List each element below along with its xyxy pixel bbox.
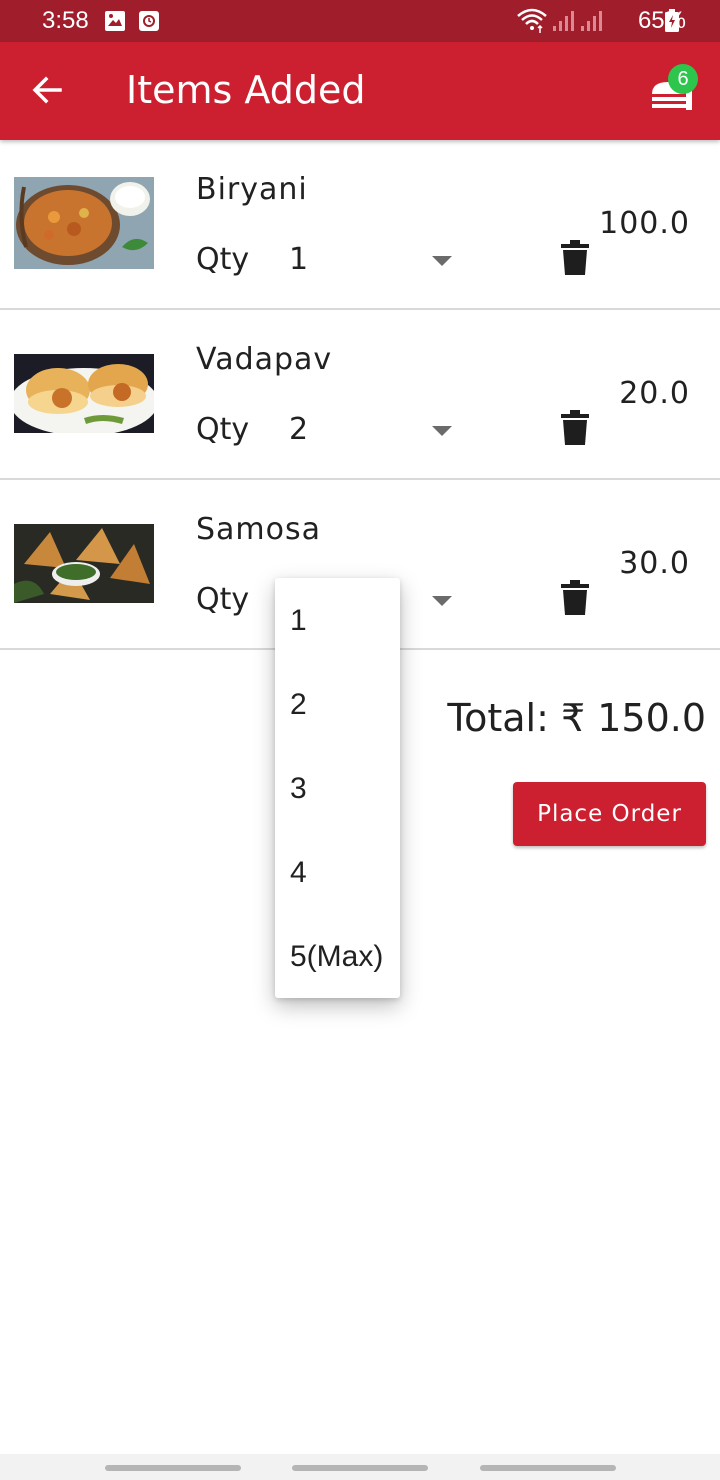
trash-icon[interactable] <box>560 240 590 276</box>
cart-item-row: Biryani Qty 1 100.0 <box>0 140 720 310</box>
trash-icon[interactable] <box>560 580 590 616</box>
dropdown-caret-icon[interactable] <box>432 596 452 606</box>
cart-item-row: Vadapav Qty 2 20.0 <box>0 310 720 480</box>
qty-option-4[interactable]: 4 <box>290 856 307 890</box>
wifi-icon <box>517 8 547 33</box>
signal-icon <box>553 11 574 31</box>
qty-option-3[interactable]: 3 <box>290 772 307 806</box>
samosa-image <box>14 524 154 603</box>
status-bar: 3:58 65% <box>0 0 720 42</box>
qty-option-1[interactable]: 1 <box>290 604 307 638</box>
place-order-button[interactable]: Place Order <box>513 782 706 846</box>
vadapav-image <box>14 354 154 433</box>
back-arrow-icon[interactable] <box>28 70 68 110</box>
qty-label: Qty <box>196 582 250 617</box>
nav-back[interactable] <box>480 1465 616 1471</box>
qty-dropdown-menu: 1 2 3 4 5(Max) <box>275 578 400 998</box>
dropdown-caret-icon[interactable] <box>432 256 452 266</box>
item-name: Vadapav <box>196 342 333 377</box>
status-time: 3:58 <box>42 7 89 34</box>
qty-label: Qty <box>196 412 250 447</box>
item-name: Samosa <box>196 512 322 547</box>
order-total: Total: ₹ 150.0 <box>447 696 706 740</box>
qty-select[interactable]: 1 <box>289 242 308 277</box>
item-price: 20.0 <box>619 376 690 411</box>
clock-icon <box>139 11 159 31</box>
system-nav-bar <box>0 1454 720 1480</box>
item-name: Biryani <box>196 172 308 207</box>
biryani-image <box>14 177 154 269</box>
cart-count-badge: 6 <box>668 64 698 94</box>
image-icon <box>105 11 125 31</box>
qty-option-2[interactable]: 2 <box>290 688 307 722</box>
app-bar: Items Added 6 <box>0 42 720 140</box>
page-title: Items Added <box>126 68 366 112</box>
item-price: 30.0 <box>619 546 690 581</box>
nav-home[interactable] <box>292 1465 428 1471</box>
nav-recents[interactable] <box>105 1465 241 1471</box>
item-price: 100.0 <box>599 206 690 241</box>
dropdown-caret-icon[interactable] <box>432 426 452 436</box>
qty-label: Qty <box>196 242 250 277</box>
qty-select[interactable]: 2 <box>289 412 308 447</box>
battery-icon <box>665 9 679 32</box>
trash-icon[interactable] <box>560 410 590 446</box>
qty-option-5-max[interactable]: 5(Max) <box>290 940 383 974</box>
signal-icon <box>581 11 602 31</box>
